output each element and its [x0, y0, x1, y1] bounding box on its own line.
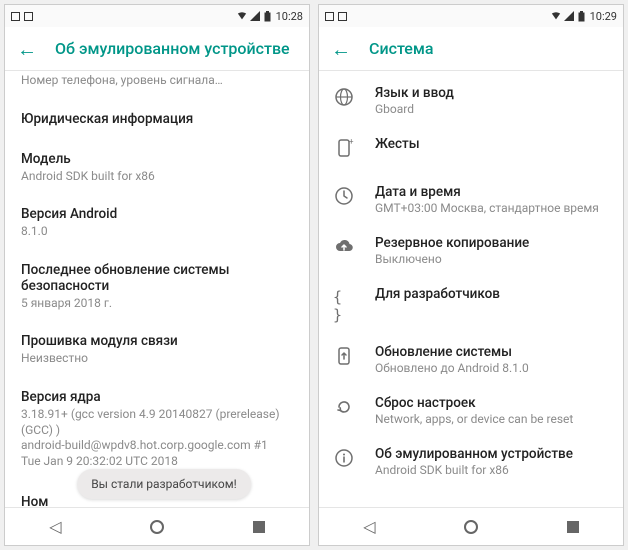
signal-icon [250, 11, 260, 21]
status-notif-icon [338, 12, 347, 21]
item-subtitle: GMT+03:00 Москва, стандартное время [375, 201, 609, 215]
settings-item[interactable]: Общая информация Номер телефона, уровень… [21, 71, 293, 101]
settings-item[interactable]: Версия Android 8.1.0 [21, 196, 293, 252]
status-time: 10:29 [590, 10, 617, 23]
toast-message: Вы стали разработчиком! [77, 469, 251, 499]
item-title: Обновление системы [375, 344, 609, 360]
item-title: Язык и ввод [375, 85, 609, 101]
cloud-up-icon [333, 235, 355, 257]
back-arrow-icon[interactable]: ← [331, 39, 351, 59]
item-subtitle: Неизвестно [21, 351, 293, 367]
settings-content: Общая информация Номер телефона, уровень… [5, 71, 309, 507]
nav-home-icon[interactable] [464, 520, 478, 534]
app-bar: ← Система [319, 27, 623, 71]
item-subtitle: 5 января 2018 г. [21, 296, 293, 312]
item-subtitle: Обновлено до Android 8.1.0 [375, 361, 609, 375]
nav-back-icon[interactable]: ◁ [49, 517, 61, 536]
item-title: Об эмулированном устройстве [375, 446, 609, 462]
settings-item[interactable]: Модель Android SDK built for x86 [21, 141, 293, 197]
status-notif-icon [325, 12, 334, 21]
item-subtitle: 3.18.91+ (gcc version 4.9 20140827 (prer… [21, 407, 293, 469]
item-title: Версия Android [21, 206, 293, 222]
status-time: 10:28 [276, 10, 303, 23]
nav-home-icon[interactable] [150, 520, 164, 534]
status-bar: 10:29 [319, 5, 623, 27]
item-title: Для разработчиков [375, 286, 609, 302]
item-subtitle: Номер телефона, уровень сигнала… [21, 73, 293, 89]
phone-left-about: 10:28 ← Об эмулированном устройстве Обща… [4, 4, 310, 546]
system-list-item[interactable]: Обновление системыОбновлено до Android 8… [319, 334, 623, 385]
settings-item[interactable]: Юридическая информация [21, 101, 293, 141]
item-subtitle: Android SDK built for x86 [375, 463, 609, 477]
item-title: Версия ядра [21, 389, 293, 405]
item-title: Дата и время [375, 184, 609, 200]
item-subtitle: 8.1.0 [21, 224, 293, 240]
system-list-item[interactable]: Дата и времяGMT+03:00 Москва, стандартно… [319, 174, 623, 225]
nav-recent-icon[interactable] [567, 521, 579, 533]
status-notif-icon [11, 12, 20, 21]
gesture-icon: + [333, 136, 355, 158]
update-icon [333, 344, 355, 366]
system-list-item[interactable]: Сброс настроекNetwork, apps, or device c… [319, 385, 623, 436]
system-list-item[interactable]: Язык и вводGboard [319, 75, 623, 126]
clock-icon [333, 184, 355, 206]
item-title: Резервное копирование [375, 235, 609, 251]
wifi-icon [551, 11, 561, 21]
item-subtitle: Android SDK built for x86 [21, 169, 293, 185]
settings-item[interactable]: Версия ядра 3.18.91+ (gcc version 4.9 20… [21, 379, 293, 481]
item-title: Юридическая информация [21, 111, 293, 127]
battery-icon [263, 11, 273, 21]
settings-item[interactable]: Последнее обновление системы безопасност… [21, 252, 293, 324]
svg-text:+: + [349, 138, 354, 146]
item-subtitle: Gboard [375, 102, 609, 116]
item-subtitle: Выключено [375, 252, 609, 266]
back-arrow-icon[interactable]: ← [17, 39, 37, 59]
item-title: Ном [21, 494, 48, 507]
item-title: Жесты [375, 136, 609, 152]
phone-right-system: 10:29 ← Система Язык и вводGboard + Жесты Д… [318, 4, 624, 546]
info-icon [333, 446, 355, 468]
app-bar-title: Об эмулированном устройстве [55, 39, 290, 58]
system-list-item[interactable]: + Жесты [319, 126, 623, 174]
item-title: Последнее обновление системы безопасност… [21, 262, 293, 294]
wifi-icon [237, 11, 247, 21]
navigation-bar: ◁ [5, 507, 309, 545]
item-title: Прошивка модуля связи [21, 333, 293, 349]
settings-item[interactable]: Прошивка модуля связи Неизвестно [21, 323, 293, 379]
system-list-item[interactable]: { } Для разработчиков [319, 276, 623, 334]
app-bar-title: Система [369, 39, 434, 58]
reset-icon [333, 395, 355, 417]
globe-icon [333, 85, 355, 107]
app-bar: ← Об эмулированном устройстве [5, 27, 309, 71]
system-list: Язык и вводGboard + Жесты Дата и времяGMT+0… [319, 71, 623, 507]
system-list-item[interactable]: Об эмулированном устройствеAndroid SDK b… [319, 436, 623, 487]
nav-back-icon[interactable]: ◁ [363, 517, 375, 536]
item-title: Модель [21, 151, 293, 167]
braces-icon: { } [333, 286, 355, 324]
signal-icon [564, 11, 574, 21]
status-bar: 10:28 [5, 5, 309, 27]
system-list-item[interactable]: Резервное копированиеВыключено [319, 225, 623, 276]
nav-recent-icon[interactable] [253, 521, 265, 533]
item-subtitle: Network, apps, or device can be reset [375, 412, 609, 426]
battery-icon [577, 11, 587, 21]
status-notif-icon [24, 12, 33, 21]
item-title: Сброс настроек [375, 395, 609, 411]
navigation-bar: ◁ [319, 507, 623, 545]
